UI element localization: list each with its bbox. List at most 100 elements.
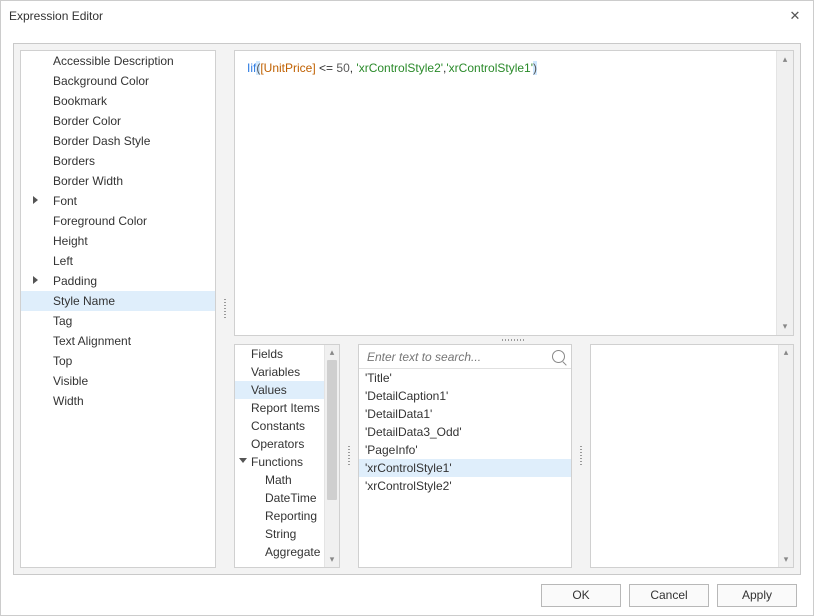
- category-scrollbar[interactable]: ▴ ▾: [324, 345, 339, 567]
- work-area: Accessible Description Background Color Bo…: [13, 43, 801, 575]
- scroll-up-icon[interactable]: ▴: [777, 51, 793, 68]
- expression-editor-box[interactable]: Iif([UnitPrice] <= 50, 'xrControlStyle2'…: [234, 50, 794, 336]
- property-item[interactable]: Width: [21, 391, 215, 411]
- expr-token: ): [533, 61, 537, 75]
- property-item[interactable]: Accessible Description: [21, 51, 215, 71]
- expr-token: Iif: [247, 61, 256, 75]
- property-label: Border Dash Style: [53, 134, 150, 148]
- value-item[interactable]: 'DetailData1': [359, 405, 571, 423]
- value-item[interactable]: 'DetailData3_Odd': [359, 423, 571, 441]
- category-item[interactable]: Math: [235, 471, 324, 489]
- property-list[interactable]: Accessible Description Background Color Bo…: [20, 50, 216, 568]
- search-input[interactable]: [365, 349, 548, 365]
- category-item[interactable]: Variables: [235, 363, 324, 381]
- expr-token: 'xrControlStyle2': [356, 61, 443, 75]
- values-list[interactable]: 'Title''DetailCaption1''DetailData1''Det…: [359, 369, 571, 567]
- search-icon[interactable]: [552, 350, 565, 363]
- expression-text[interactable]: Iif([UnitPrice] <= 50, 'xrControlStyle2'…: [235, 51, 776, 335]
- category-panel: Fields Variables Values Report Items Constan…: [234, 344, 340, 568]
- property-item[interactable]: Height: [21, 231, 215, 251]
- cancel-button[interactable]: Cancel: [629, 584, 709, 607]
- category-label: Report Items: [251, 401, 320, 415]
- editor-scrollbar[interactable]: ▴ ▾: [776, 51, 793, 335]
- window-title: Expression Editor: [9, 9, 785, 23]
- right-area: Iif([UnitPrice] <= 50, 'xrControlStyle2'…: [234, 50, 794, 568]
- value-item[interactable]: 'DetailCaption1': [359, 387, 571, 405]
- scroll-down-icon[interactable]: ▾: [325, 552, 339, 567]
- search-box[interactable]: [359, 345, 571, 369]
- scroll-down-icon[interactable]: ▾: [777, 318, 793, 335]
- property-label: Height: [53, 234, 88, 248]
- expr-token: [UnitPrice]: [260, 61, 315, 75]
- property-label: Accessible Description: [53, 54, 174, 68]
- property-label: Padding: [53, 274, 97, 288]
- value-item[interactable]: 'PageInfo': [359, 441, 571, 459]
- property-label: Border Color: [53, 114, 121, 128]
- value-item[interactable]: 'xrControlStyle1': [359, 459, 571, 477]
- splitter-vertical-2[interactable]: [346, 344, 352, 568]
- property-label: Foreground Color: [53, 214, 147, 228]
- category-item[interactable]: Aggregate: [235, 543, 324, 561]
- property-item[interactable]: Bookmark: [21, 91, 215, 111]
- category-item[interactable]: Values: [235, 381, 324, 399]
- value-item[interactable]: 'Title': [359, 369, 571, 387]
- category-label: Values: [251, 383, 287, 397]
- category-item[interactable]: Reporting: [235, 507, 324, 525]
- property-item[interactable]: Font: [21, 191, 215, 211]
- category-item[interactable]: DateTime: [235, 489, 324, 507]
- values-panel: 'Title''DetailCaption1''DetailData1''Det…: [358, 344, 572, 568]
- property-item[interactable]: Foreground Color: [21, 211, 215, 231]
- property-item[interactable]: Left: [21, 251, 215, 271]
- expand-icon[interactable]: [33, 196, 38, 204]
- ok-button[interactable]: OK: [541, 584, 621, 607]
- splitter-horizontal[interactable]: [234, 336, 794, 344]
- category-label: Variables: [251, 365, 300, 379]
- property-label: Tag: [53, 314, 72, 328]
- scroll-up-icon[interactable]: ▴: [779, 345, 793, 360]
- property-item[interactable]: Border Width: [21, 171, 215, 191]
- property-item[interactable]: Top: [21, 351, 215, 371]
- category-item[interactable]: Constants: [235, 417, 324, 435]
- splitter-vertical[interactable]: [222, 50, 228, 568]
- property-item[interactable]: Style Name: [21, 291, 215, 311]
- splitter-vertical-3[interactable]: [578, 344, 584, 568]
- property-item[interactable]: Background Color: [21, 71, 215, 91]
- category-label: Math: [265, 473, 292, 487]
- apply-button[interactable]: Apply: [717, 584, 797, 607]
- value-item[interactable]: 'xrControlStyle2': [359, 477, 571, 495]
- property-label: Border Width: [53, 174, 123, 188]
- titlebar: Expression Editor ✕: [1, 1, 813, 31]
- category-item[interactable]: Functions: [235, 453, 324, 471]
- category-item[interactable]: Report Items: [235, 399, 324, 417]
- property-item[interactable]: Text Alignment: [21, 331, 215, 351]
- category-item[interactable]: String: [235, 525, 324, 543]
- property-item[interactable]: Tag: [21, 311, 215, 331]
- property-item[interactable]: Visible: [21, 371, 215, 391]
- close-icon[interactable]: ✕: [785, 8, 805, 24]
- expr-token: 'xrControlStyle1': [446, 61, 533, 75]
- description-scrollbar[interactable]: ▴ ▾: [778, 345, 793, 567]
- property-item[interactable]: Borders: [21, 151, 215, 171]
- category-label: Reporting: [265, 509, 317, 523]
- category-list[interactable]: Fields Variables Values Report Items Constan…: [235, 345, 324, 567]
- category-label: Functions: [251, 455, 303, 469]
- property-item[interactable]: Padding: [21, 271, 215, 291]
- scroll-up-icon[interactable]: ▴: [325, 345, 339, 360]
- property-item[interactable]: Border Dash Style: [21, 131, 215, 151]
- expand-down-icon[interactable]: [239, 458, 247, 463]
- property-label: Background Color: [53, 74, 149, 88]
- expr-token: 50: [336, 61, 349, 75]
- expression-editor-window: Expression Editor ✕ Accessible Descripti…: [0, 0, 814, 616]
- scroll-thumb[interactable]: [327, 360, 337, 500]
- property-item[interactable]: Border Color: [21, 111, 215, 131]
- expr-token: <=: [316, 61, 337, 75]
- expand-icon[interactable]: [33, 276, 38, 284]
- property-label: Bookmark: [53, 94, 107, 108]
- property-label: Font: [53, 194, 77, 208]
- category-label: Operators: [251, 437, 304, 451]
- category-item[interactable]: Fields: [235, 345, 324, 363]
- category-label: Aggregate: [265, 545, 320, 559]
- property-label: Text Alignment: [53, 334, 131, 348]
- category-item[interactable]: Operators: [235, 435, 324, 453]
- scroll-down-icon[interactable]: ▾: [779, 552, 793, 567]
